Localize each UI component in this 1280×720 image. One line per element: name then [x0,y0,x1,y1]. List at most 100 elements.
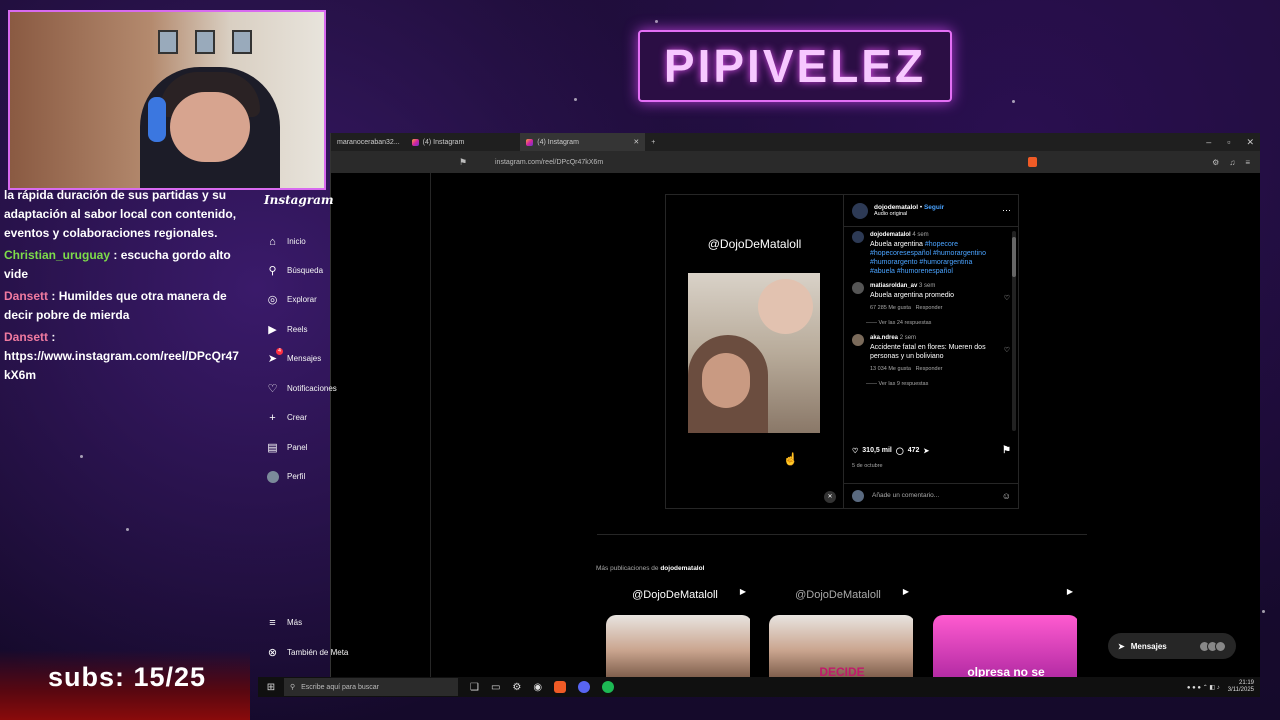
video-frame [688,273,820,433]
notification-badge: 4 [276,348,283,355]
nav-mas[interactable]: ≡ Más [266,616,302,629]
reply-button[interactable]: Responder [916,366,943,372]
nav-mensajes[interactable]: ➤ 4 Mensajes [266,348,321,365]
more-posts-user[interactable]: dojodematalol [660,565,704,572]
comment-input[interactable]: Añade un comentario... [872,492,939,499]
like-comment-icon[interactable]: ♡ [1004,346,1010,355]
messages-pill-button[interactable]: ➤ Mensajes [1108,633,1236,659]
comment-likes: 67 285 Me gusta [870,305,911,311]
post-header: dojodematalol • Seguir Audio original ⋯ [844,195,1019,227]
tray-icons[interactable]: ● ● ● ⌃ ◧ ♪ [1187,684,1220,691]
like-icon[interactable]: ♡ [852,447,858,455]
browser-menu-icon[interactable]: ≡ [1245,158,1250,167]
commenter-avatar[interactable] [852,282,864,294]
reel-post: @DojoDeMataloll ✕ dojodematalol • Seguir… [665,194,1019,509]
grid-thumbnail [606,615,750,679]
playlist-icon[interactable]: ♫ [1229,158,1235,167]
nav-busqueda[interactable]: ⚲ Búsqueda [266,264,323,277]
nav-meta[interactable]: ⊗ También de Meta [266,646,348,659]
share-icon[interactable]: ➤ [923,447,929,455]
plus-icon: + [269,411,276,424]
comment-icon[interactable]: ◯ [896,447,904,455]
bookmark-save-icon[interactable]: ⚑ [1002,445,1011,456]
star-decoration [126,528,129,531]
view-replies[interactable]: —— Ver las 24 respuestas [866,319,1012,328]
dashboard-icon: ▤ [267,442,278,454]
brave-icon[interactable] [554,681,567,693]
likes-count[interactable]: 310,5 mil [862,447,892,454]
more-options-icon[interactable]: ⋯ [1002,205,1011,216]
star-decoration [1012,100,1015,103]
view-replies[interactable]: —— Ver las 9 respuestas [866,380,1012,389]
grid-post[interactable]: @DojoDeMataloll ▶ [600,583,750,679]
author-avatar[interactable] [852,202,868,219]
nav-inicio[interactable]: ⌂ Inicio [266,235,306,248]
tab-other[interactable]: maranoceraban32... [331,133,406,151]
bookmark-icon[interactable]: ⚑ [459,157,467,168]
reels-icon: ▶ [268,324,277,336]
menu-icon: ≡ [269,616,276,629]
nav-perfil[interactable]: Perfil [266,470,305,483]
reel-video[interactable]: @DojoDeMataloll ✕ [666,195,843,508]
follow-button[interactable]: Seguir [924,204,944,211]
mouse-cursor-icon: ☝ [783,452,798,466]
reel-icon: ▶ [902,587,909,596]
nav-crear[interactable]: + Crear [266,411,307,424]
star-decoration [655,20,658,23]
comment: aka.ndrea 2 sem Accidente fatal en flore… [852,334,1012,374]
chat-message: Dansett : https://www.instagram.com/reel… [4,330,239,382]
url-field[interactable]: instagram.com/reel/DPcQr47kX6m [495,159,603,166]
star-decoration [1262,610,1265,613]
chat-username: Dansett [4,330,49,344]
grid-thumbnail: olpresa no se [933,615,1077,679]
tab-instagram[interactable]: (4) Instagram [406,133,471,151]
nav-reels[interactable]: ▶ Reels [266,323,307,336]
audio-label[interactable]: Audio original [874,211,944,217]
search-icon: ⚲ [268,265,277,277]
chat-username: Dansett [4,289,49,303]
nav-explorar[interactable]: ◎ Explorar [266,293,317,306]
instagram-logo[interactable]: Instagram [264,193,334,207]
taskbar-search[interactable]: ⚲ Escribe aquí para buscar [284,678,458,696]
spotify-icon[interactable] [602,681,615,693]
reel-icon: ▶ [1066,587,1073,596]
discord-icon[interactable] [578,681,591,693]
commenter-avatar[interactable] [852,334,864,346]
mute-icon[interactable]: ✕ [824,491,836,503]
author-name[interactable]: dojodematalol [874,204,918,211]
taskview-icon[interactable]: ❑ [470,682,479,693]
grid-post[interactable]: ▶ olpresa no se [927,583,1077,679]
extensions-icon[interactable]: ⚙ [1212,158,1219,167]
stream-chat: la rápida duración de sus partidas y su … [0,186,245,388]
brave-shield-icon[interactable] [1028,157,1037,167]
nav-notificaciones[interactable]: ♡ Notificaciones [266,382,337,395]
current-user-avatar [852,489,864,502]
minimize-button[interactable]: – [1206,137,1211,147]
comments-scrollbar[interactable] [1012,231,1016,431]
tab-bar: maranoceraban32... (4) Instagram (4) Ins… [331,133,1260,151]
new-tab-button[interactable]: + [645,133,661,151]
close-window-button[interactable]: ✕ [1246,137,1254,148]
file-explorer-icon[interactable]: ▭ [491,682,500,693]
chat-message: Christian_uruguay : escucha gordo alto v… [4,248,231,281]
settings-icon[interactable]: ⚙ [512,682,521,693]
grid-thumbnail: DECIDE [769,615,913,679]
nav-panel[interactable]: ▤ Panel [266,441,307,454]
comments-count: 472 [907,447,920,454]
like-comment-icon[interactable]: ♡ [1004,294,1010,303]
windows-start-icon[interactable]: ⊞ [262,678,280,696]
channel-banner: PIPIVELEZ [638,30,952,102]
reply-button[interactable]: Responder [916,305,943,311]
comment: matiasroldan_av 3 sem Abuela argentina p… [852,282,1012,313]
emoji-icon[interactable]: ☺ [1002,491,1011,501]
maximize-button[interactable]: ▫ [1227,137,1230,147]
post-date: 5 de octubre [852,463,883,469]
address-bar: ⚑ instagram.com/reel/DPcQr47kX6m ⚙ ♫ ≡ [331,151,1260,173]
clock[interactable]: 21:19 3/11/2025 [1228,680,1254,694]
chrome-icon[interactable]: ◉ [533,682,542,693]
home-icon: ⌂ [269,235,276,248]
grid-post[interactable]: @DojoDeMataloll ▶ DECIDE [763,583,913,679]
author-avatar[interactable] [852,231,864,243]
tab-instagram-active[interactable]: (4) Instagram ✕ [520,133,646,151]
close-tab-icon[interactable]: ✕ [633,138,639,146]
